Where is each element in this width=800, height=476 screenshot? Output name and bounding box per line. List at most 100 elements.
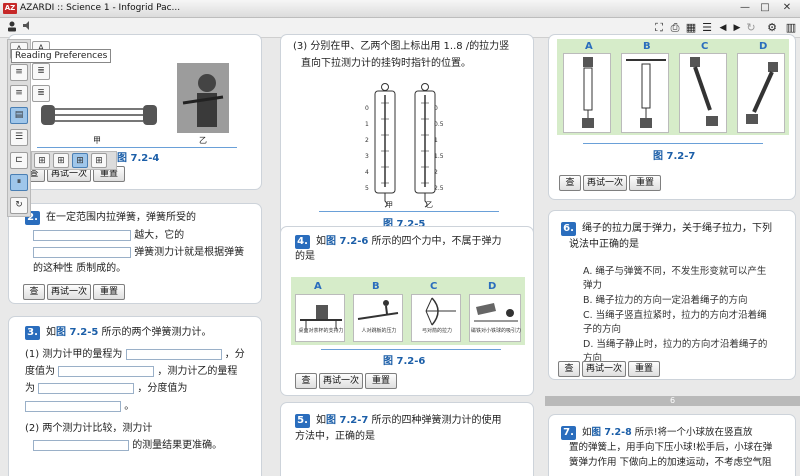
column-option-icon[interactable]: ⊞ (91, 153, 107, 168)
q5-line2: 方法中，正确的是 (295, 431, 375, 442)
check-button[interactable]: 查 (558, 361, 580, 377)
scale-use-b-image (621, 53, 669, 133)
figure-label-a: 甲 (93, 136, 101, 145)
answer-blank[interactable] (33, 246, 131, 258)
answer-blank[interactable] (125, 348, 222, 360)
q2-line3: 弹簧测力计就是根据弹簧 (33, 245, 244, 260)
gauge-tick-label: 1.5 (434, 153, 444, 160)
scale-use-a-image (563, 53, 611, 133)
option-d-line1[interactable]: D. 当绳子静止时，拉力的方向才沿着绳子的 (583, 338, 767, 352)
check-button[interactable]: 查 (23, 284, 45, 300)
reset-button[interactable]: 重置 (629, 175, 661, 191)
option-c-sub: 弓对箭的拉力 (421, 328, 452, 334)
rotate-icon[interactable]: ↻ (10, 197, 28, 214)
gauge-b-tick-labels: 0 0.5 1 1.5 2 2.5 (434, 105, 448, 205)
question-card-3: 3. 如图 7.2-5 所示的两个弹簧测力计。 (1) 测力计甲的量程为 ，分 度… (8, 316, 262, 476)
column-option-icon[interactable]: ⊞ (53, 153, 69, 168)
person-stretching-photo (177, 63, 229, 133)
retry-button[interactable]: 再试一次 (582, 361, 626, 377)
q2-line2: 越大，它的 (33, 228, 184, 243)
retry-button[interactable]: 再试一次 (583, 175, 627, 191)
q7-line2: 置的弹簧上，用手向下压小球!松手后，小球在弹 (569, 442, 773, 453)
margin-icon[interactable]: ⊏ (10, 152, 28, 169)
option-label-c: C (701, 41, 709, 52)
q3-p1-line2: 度值为 ，测力计乙的量程 (25, 365, 238, 377)
line-spacing-icon[interactable]: ☰ (10, 129, 28, 146)
page-number: 6 (545, 396, 800, 406)
maximize-button[interactable]: □ (756, 1, 774, 16)
caption-rule (583, 143, 763, 144)
align-justify-icon[interactable]: ≡ (10, 85, 28, 102)
answer-buttons: 查再试一次重置 (295, 373, 399, 389)
answer-blank[interactable] (33, 229, 131, 241)
caption-rule (319, 211, 499, 212)
reading-preferences-panel: A ≡ ≡ ▤ ☰ ⊏ ⏸ ↻ (7, 39, 31, 217)
gauge-tick-label: 3 (365, 153, 369, 160)
column-option-icon[interactable]: ⊞ (72, 153, 88, 168)
check-button[interactable]: 查 (295, 373, 317, 389)
question-number: 6. (561, 222, 576, 236)
option-label-d: D (488, 281, 497, 292)
reset-button[interactable]: 重置 (93, 284, 125, 300)
spring-exerciser-image (41, 105, 157, 125)
option-label-a: A (585, 41, 593, 52)
option-label-a: A (314, 281, 322, 292)
q6-line1: 6. 绳子的拉力属于弹力，关于绳子拉力，下列 (561, 221, 772, 236)
gauge-tick-label: 2 (365, 137, 369, 144)
caption-rule (321, 349, 501, 350)
option-label-b: B (643, 41, 651, 52)
q3-p1-line4: 。 (25, 399, 134, 414)
retry-button[interactable]: 再试一次 (47, 284, 91, 300)
indent-icon[interactable]: ≣ (32, 63, 50, 80)
magnet-and-ball-image: 磁铁对小铁球的吸引力 (469, 294, 521, 342)
pause-icon[interactable]: ⏸ (10, 174, 28, 191)
q5-line1: 5. 如图 7.2-7 所示的四种弹簧测力计的使用 (295, 413, 502, 428)
gauge-tick-label: 2.5 (434, 185, 444, 192)
question-number: 4. (295, 235, 310, 249)
reset-button[interactable]: 重置 (628, 361, 660, 377)
tooltip: Reading Preferences (11, 49, 112, 63)
reset-button[interactable]: 重置 (365, 373, 397, 389)
answer-buttons: 查再试一次重置 (559, 175, 663, 191)
title-bar: AZ AZARDI :: Science 1 - Infogrid Pac...… (0, 0, 800, 18)
gauge-a-tick-labels: 0 1 2 3 4 5 (365, 105, 375, 205)
q3-p1-line1: (1) 测力计甲的量程为 ，分 (25, 348, 245, 360)
answer-blank[interactable] (25, 400, 121, 412)
option-label-b: B (372, 281, 380, 292)
answer-blank[interactable] (38, 382, 135, 394)
gauge-tick-label: 4 (365, 169, 369, 176)
close-button[interactable]: ✕ (778, 1, 796, 16)
figure-label-b: 乙 (199, 136, 207, 145)
outdent-icon[interactable]: ≣ (32, 85, 50, 102)
column-middle: (3) 分别在甲、乙两个图上标出用 1..8 /的拉力竖 直向下拉测力计的挂钩时… (272, 34, 545, 476)
gauge-tick-label: 0 (365, 105, 369, 112)
retry-button[interactable]: 再试一次 (319, 373, 363, 389)
gauge-tick-label: 2 (434, 169, 438, 176)
option-label-d: D (759, 41, 768, 52)
column-right: A B C D 图 7.2-7 查再试一次 重置 6. 绳子的拉力属于弹力，关于绳子… (545, 34, 800, 476)
option-b[interactable]: B. 绳子拉力的方向一定沿着绳子的方向 (583, 294, 748, 308)
option-c-line1[interactable]: C. 当绳子竖直拉紧时，拉力的方向才沿着绳 (583, 309, 767, 323)
answer-blank[interactable] (33, 439, 129, 451)
gauge-tick-label: 1 (434, 137, 438, 144)
option-a-line2: 弹力 (583, 280, 603, 291)
scale-use-d-image (737, 53, 785, 133)
question-card-4: 4. 如图 7.2-6 所示的四个力中，不属于弹力 的是 A B C D 桌面对茶… (280, 226, 534, 396)
answer-blank[interactable] (58, 365, 155, 377)
q2-line1: 2. 在一定范围内拉弹簧，弹簧所受的 (25, 210, 196, 225)
column-option-icon[interactable]: ⊞ (34, 153, 50, 168)
figure-caption: 图 7.2-4 (117, 153, 160, 164)
caption-rule (37, 147, 237, 148)
gauge-tick-label: 5 (365, 185, 369, 192)
single-column-icon[interactable]: ▤ (10, 107, 28, 124)
option-b-sub: 人对跳板的压力 (361, 328, 397, 334)
align-left-icon[interactable]: ≡ (10, 64, 28, 81)
cup-on-table-image: 桌面对茶杯的支持力 (295, 294, 345, 342)
gauge-tick-label: 1 (365, 121, 369, 128)
question-number: 3. (25, 326, 40, 340)
option-a-line1[interactable]: A. 绳子与弹簧不同，不发生形变就可以产生 (583, 265, 766, 279)
gauge-tick-label: 0.5 (434, 121, 444, 128)
window-title: AZARDI :: Science 1 - Infogrid Pac... (20, 3, 181, 13)
minimize-button[interactable]: — (736, 1, 754, 16)
check-button[interactable]: 查 (559, 175, 581, 191)
